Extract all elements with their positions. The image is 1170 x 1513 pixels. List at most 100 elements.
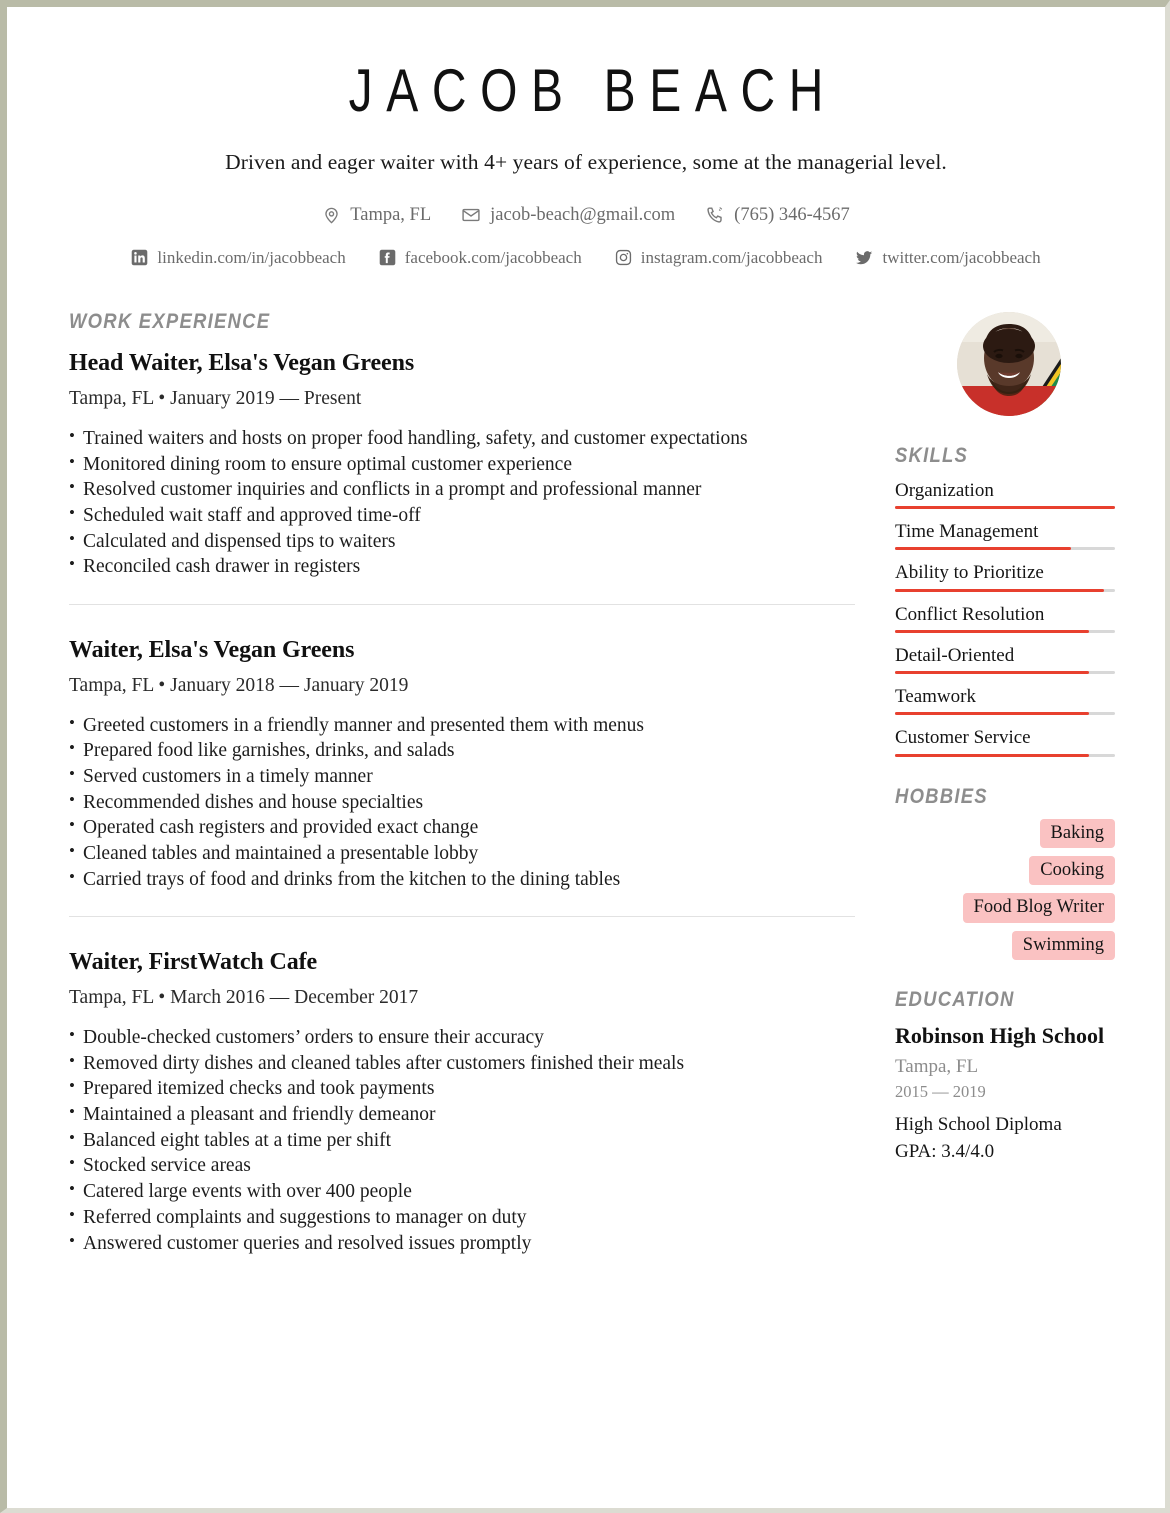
job-bullet: Prepared food like garnishes, drinks, an… (69, 738, 855, 762)
job-meta: Tampa, FL • January 2019 — Present (69, 387, 362, 409)
page-title: JACOB BEACH (348, 57, 837, 124)
avatar (957, 311, 1061, 416)
skill-fill (895, 547, 1071, 551)
job-bullet: Removed dirty dishes and cleaned tables … (69, 1051, 855, 1075)
contact-location[interactable]: Tampa, FL (322, 205, 431, 226)
contact-row: Tampa, FL jacob-beach@gmail.com (765) 34… (69, 205, 1103, 226)
hobby-tag: Food Blog Writer (962, 893, 1115, 923)
skill-label: Ability to Prioritize (895, 562, 1044, 584)
job-bullet: Monitored dining room to ensure optimal … (69, 451, 855, 476)
job-entry: Head Waiter, Elsa's Vegan Greens Tampa, … (69, 350, 855, 609)
education-degree: High School Diploma (895, 1113, 1062, 1135)
job-bullet: Balanced eight tables at a time per shif… (69, 1128, 855, 1152)
job-bullet: Answered customer queries and resolved i… (69, 1231, 855, 1255)
skills-section: SKILLS Organization Time Management Abil… (895, 444, 1115, 757)
skill-track (895, 629, 1115, 633)
job-bullet: Operated cash registers and provided exa… (69, 815, 855, 839)
job-meta: Tampa, FL • March 2016 — December 2017 (69, 986, 419, 1008)
job-bullet: Referred complaints and suggestions to m… (69, 1205, 855, 1229)
job-bullet: Served customers in a timely manner (69, 764, 855, 788)
job-bullet: Calculated and dispensed tips to waiters (69, 529, 855, 553)
section-divider (69, 915, 855, 917)
job-bullets: Trained waiters and hosts on proper food… (69, 426, 855, 579)
job-title: Waiter, FirstWatch Cafe (69, 948, 318, 975)
skill-fill (895, 712, 1089, 716)
skill-track (895, 753, 1115, 757)
education-gpa: GPA: 3.4/4.0 (895, 1140, 995, 1162)
job-title: Head Waiter, Elsa's Vegan Greens (69, 349, 415, 376)
skill-label: Organization (895, 479, 994, 501)
job-bullet: Cleaned tables and maintained a presenta… (69, 841, 855, 865)
job-bullet: Scheduled wait staff and approved time-o… (69, 503, 855, 527)
contact-phone[interactable]: (765) 346-4567 (705, 205, 850, 226)
social-twitter-text: twitter.com/jacobbeach (882, 247, 1041, 267)
linkedin-icon (131, 249, 148, 266)
skill-item: Teamwork (895, 686, 1115, 716)
job-bullets: Greeted customers in a friendly manner a… (69, 713, 855, 891)
instagram-icon (615, 249, 632, 266)
work-experience-column: WORK EXPERIENCE Head Waiter, Elsa's Vega… (69, 310, 895, 1261)
facebook-icon (379, 249, 396, 266)
job-bullet: Trained waiters and hosts on proper food… (69, 426, 855, 450)
social-instagram[interactable]: instagram.com/jacobbeach (615, 247, 823, 268)
contact-email-text: jacob-beach@gmail.com (490, 204, 676, 225)
skill-label: Customer Service (895, 727, 1031, 749)
social-linkedin[interactable]: linkedin.com/in/jacobbeach (131, 247, 346, 268)
skills-heading: SKILLS (895, 443, 969, 467)
job-bullet: Recommended dishes and house specialties (69, 790, 855, 814)
social-facebook[interactable]: facebook.com/jacobbeach (379, 248, 582, 268)
social-row: linkedin.com/in/jacobbeach facebook.com/… (69, 248, 1103, 268)
education-years: 2015 — 2019 (895, 1081, 986, 1101)
job-bullet: Prepared itemized checks and took paymen… (69, 1076, 855, 1100)
education-section: EDUCATION Robinson High School Tampa, FL… (895, 988, 1115, 1163)
skill-track (895, 588, 1115, 592)
sidebar: SKILLS Organization Time Management Abil… (895, 310, 1115, 1163)
hobbies-heading: HOBBIES (895, 784, 988, 808)
hobby-tag: Baking (1039, 818, 1115, 848)
skill-label: Detail-Oriented (895, 644, 1015, 666)
job-bullet: Maintained a pleasant and friendly demea… (69, 1102, 855, 1126)
skill-item: Ability to Prioritize (895, 562, 1115, 592)
job-title: Waiter, Elsa's Vegan Greens (69, 636, 355, 663)
skill-item: Time Management (895, 521, 1115, 551)
job-entry: Waiter, Elsa's Vegan Greens Tampa, FL • … (69, 637, 855, 921)
hobbies-section: HOBBIES Baking Cooking Food Blog Writer … (895, 784, 1115, 961)
skill-fill (895, 588, 1104, 592)
social-instagram-text: instagram.com/jacobbeach (640, 247, 823, 267)
resume-body: WORK EXPERIENCE Head Waiter, Elsa's Vega… (69, 310, 1115, 1261)
hobbies-list: Baking Cooking Food Blog Writer Swimming (895, 818, 1115, 961)
skill-track (895, 712, 1115, 716)
job-bullet: Double-checked customers’ orders to ensu… (69, 1025, 855, 1049)
skill-fill (895, 506, 1115, 510)
location-pin-icon (322, 206, 341, 225)
work-experience-heading: WORK EXPERIENCE (69, 309, 271, 333)
education-location: Tampa, FL (895, 1055, 979, 1077)
job-bullet: Catered large events with over 400 peopl… (69, 1179, 855, 1203)
education-heading: EDUCATION (895, 988, 1015, 1012)
social-twitter[interactable]: twitter.com/jacobbeach (855, 247, 1041, 268)
profile-photo (957, 311, 1061, 416)
job-bullet: Stocked service areas (69, 1153, 855, 1177)
job-bullets: Double-checked customers’ orders to ensu… (69, 1025, 855, 1255)
contact-email[interactable]: jacob-beach@gmail.com (461, 205, 675, 226)
skill-label: Teamwork (895, 686, 976, 708)
social-facebook-text: facebook.com/jacobbeach (404, 247, 582, 267)
skill-item: Conflict Resolution (895, 604, 1115, 633)
envelope-icon (461, 205, 481, 225)
job-bullet: Greeted customers in a friendly manner a… (69, 713, 855, 737)
phone-icon (705, 205, 725, 225)
skill-fill (895, 629, 1089, 633)
education-school: Robinson High School (895, 1023, 1105, 1049)
contact-location-text: Tampa, FL (350, 204, 432, 225)
skill-track (895, 671, 1115, 675)
resume-page: JACOB BEACH Driven and eager waiter with… (0, 0, 1170, 1513)
summary-tagline: Driven and eager waiter with 4+ years of… (225, 149, 947, 174)
social-linkedin-text: linkedin.com/in/jacobbeach (157, 247, 346, 267)
skill-label: Conflict Resolution (895, 603, 1045, 625)
job-bullet: Resolved customer inquiries and conflict… (69, 477, 855, 501)
job-bullet: Reconciled cash drawer in registers (69, 554, 855, 578)
skill-item: Detail-Oriented (895, 644, 1115, 675)
resume-sheet: JACOB BEACH Driven and eager waiter with… (7, 7, 1165, 1508)
skill-track (895, 506, 1115, 510)
hobby-tag: Cooking (1029, 856, 1115, 886)
